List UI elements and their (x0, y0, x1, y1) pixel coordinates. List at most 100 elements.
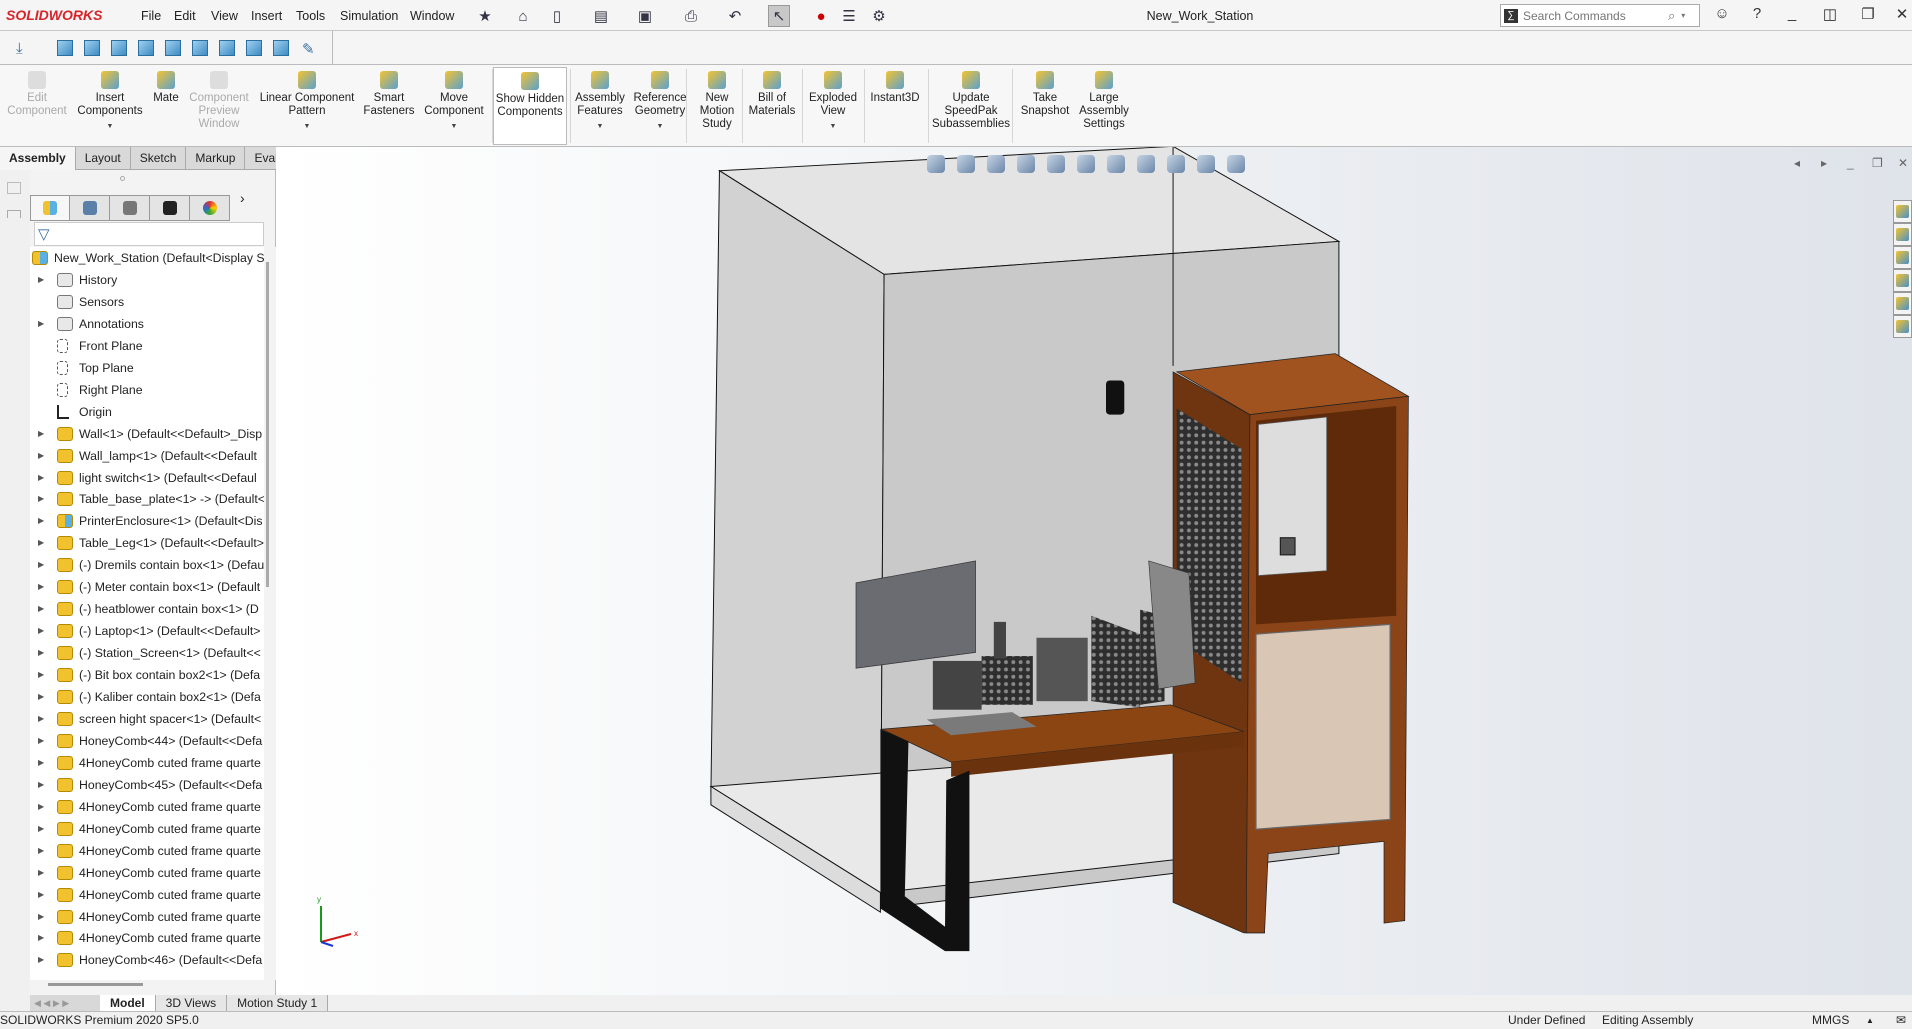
tree-item[interactable]: Origin (30, 401, 264, 423)
bottom-tab-model[interactable]: Model (100, 995, 156, 1011)
menu-insert[interactable]: Insert (251, 9, 282, 23)
view-settings-icon[interactable] (1227, 155, 1245, 173)
zoom-to-fit-icon[interactable] (927, 155, 945, 173)
undo-icon[interactable]: ↶ (724, 5, 746, 27)
tree-item[interactable]: ▶ Annotations (30, 313, 264, 335)
panel-tab-display-manager[interactable] (190, 195, 230, 221)
tree-item[interactable]: ▶ (-) heatblower contain box<1> (D (30, 598, 264, 620)
view-bottom-icon[interactable] (192, 40, 208, 56)
section-view-icon[interactable] (1017, 155, 1035, 173)
bottom-tab-motion-study-1[interactable]: Motion Study 1 (227, 995, 329, 1011)
expand-arrow-icon[interactable]: ▶ (38, 467, 44, 489)
tree-item[interactable]: Right Plane (30, 379, 264, 401)
expand-arrow-icon[interactable]: ▶ (38, 576, 44, 598)
expand-arrow-icon[interactable]: ▶ (38, 708, 44, 730)
tree-root[interactable]: New_Work_Station (Default<Display State-… (30, 247, 264, 269)
ribbon-move-component[interactable]: Move Component ▼ (417, 71, 491, 133)
expand-arrow-icon[interactable]: ▶ (38, 620, 44, 642)
expand-arrow-icon[interactable]: ▶ (38, 774, 44, 796)
close-icon[interactable]: ✕ (1890, 5, 1912, 23)
expand-arrow-icon[interactable]: ▶ (38, 554, 44, 576)
ribbon-large-assembly-settings[interactable]: Large Assembly Settings (1072, 71, 1136, 131)
panel-tab-dimxpert[interactable] (150, 195, 190, 221)
menu-file[interactable]: File (141, 9, 161, 23)
ribbon-linear-component-pattern[interactable]: Linear Component Pattern ▼ (255, 71, 359, 133)
view-front-icon[interactable] (57, 40, 73, 56)
ribbon-insert-components[interactable]: Insert Components ▼ (74, 71, 146, 133)
options-gear-icon[interactable]: ⚙ (868, 5, 890, 27)
panel-tabs-more-icon[interactable]: › (240, 190, 245, 206)
expand-arrow-icon[interactable]: ▶ (38, 532, 44, 554)
menu-window[interactable]: Window (410, 9, 454, 23)
ribbon-component-preview-window[interactable]: Component Preview Window (183, 71, 255, 131)
tree-item[interactable]: ▶ 4HoneyComb cuted frame quarte (30, 884, 264, 906)
model-view[interactable] (276, 147, 1912, 995)
viewport-prev-icon[interactable]: ◂ (1794, 156, 1800, 170)
tree-item[interactable]: ▶ (-) Bit box contain box2<1> (Defa (30, 664, 264, 686)
edit-appearance-icon[interactable] (1167, 155, 1185, 173)
menu-tools[interactable]: Tools (296, 9, 325, 23)
ribbon-new-motion-study[interactable]: New Motion Study (689, 71, 745, 131)
view-right-icon[interactable] (138, 40, 154, 56)
viewport-close-icon[interactable]: ✕ (1898, 156, 1908, 170)
flyout-icon[interactable] (7, 182, 21, 194)
open-icon[interactable]: ▤ (590, 5, 612, 27)
tree-item[interactable]: ▶ HoneyComb<45> (Default<<Defa (30, 774, 264, 796)
view-back-icon[interactable] (84, 40, 100, 56)
expand-arrow-icon[interactable]: ▶ (38, 445, 44, 467)
expand-arrow-icon[interactable]: ▶ (38, 818, 44, 840)
pulse-icon[interactable] (7, 210, 21, 218)
ribbon-reference-geometry[interactable]: Reference Geometry ▼ (625, 71, 695, 133)
tree-item[interactable]: Sensors (30, 291, 264, 313)
save-icon[interactable]: ▣ (634, 5, 656, 27)
tree-item[interactable]: ▶ 4HoneyComb cuted frame quarte (30, 752, 264, 774)
dropdown-arrow-icon[interactable]: ▼ (74, 120, 146, 133)
dropdown-arrow-icon[interactable]: ▼ (417, 120, 491, 133)
task-pane-tab[interactable] (1893, 315, 1912, 338)
tree-item[interactable]: ▶ (-) Laptop<1> (Default<<Default> (30, 620, 264, 642)
expand-arrow-icon[interactable]: ▶ (38, 840, 44, 862)
viewport-restore-icon[interactable]: ❐ (1872, 156, 1883, 170)
ribbon-edit-component[interactable]: Edit Component (5, 71, 69, 118)
tab-sketch[interactable]: Sketch (130, 147, 187, 170)
lamp-icon[interactable]: ✎ (302, 40, 318, 58)
expand-arrow-icon[interactable]: ▶ (38, 927, 44, 949)
ribbon-update-speedpak-subassemblies[interactable]: Update SpeedPak Subassemblies (929, 71, 1013, 131)
task-pane-tab[interactable] (1893, 269, 1912, 292)
expand-arrow-icon[interactable]: ▶ (38, 598, 44, 620)
view-top-icon[interactable] (165, 40, 181, 56)
tree-item[interactable]: ▶ HoneyComb<46> (Default<<Defa (30, 949, 264, 971)
expand-arrow-icon[interactable]: ▶ (38, 488, 44, 510)
dropdown-arrow-icon[interactable]: ▼ (567, 120, 633, 133)
tile-icon[interactable]: ◫ (1818, 5, 1842, 23)
expand-arrow-icon[interactable]: ▶ (38, 730, 44, 752)
menu-simulation[interactable]: Simulation (340, 9, 398, 23)
expand-arrow-icon[interactable]: ▶ (38, 752, 44, 774)
select-pointer-icon[interactable]: ↖ (768, 5, 790, 27)
tree-item[interactable]: ▶ screen hight spacer<1> (Default< (30, 708, 264, 730)
ribbon-exploded-view[interactable]: Exploded View ▼ (800, 71, 866, 133)
menu-view[interactable]: View (211, 9, 238, 23)
tree-item[interactable]: ▶ light switch<1> (Default<<Defaul (30, 467, 264, 489)
tree-item[interactable]: ▶ HoneyComb<44> (Default<<Defa (30, 730, 264, 752)
tree-item[interactable]: ▶ (-) Kaliber contain box2<1> (Defa (30, 686, 264, 708)
pin-icon[interactable]: ★ (474, 5, 496, 27)
tab-layout[interactable]: Layout (75, 147, 131, 170)
panel-tab-configurationmanager[interactable] (110, 195, 150, 221)
expand-arrow-icon[interactable]: ▶ (38, 664, 44, 686)
filter-icon[interactable]: ▽ (38, 225, 50, 243)
menu-edit[interactable]: Edit (174, 9, 196, 23)
help-icon[interactable]: ? (1745, 5, 1769, 22)
tree-item[interactable]: ▶ PrinterEnclosure<1> (Default<Dis (30, 510, 264, 532)
task-pane-tab[interactable] (1893, 292, 1912, 315)
previous-view-icon[interactable] (987, 155, 1005, 173)
view-left-icon[interactable] (111, 40, 127, 56)
expand-arrow-icon[interactable]: ▶ (38, 642, 44, 664)
isometric-icon[interactable] (219, 40, 235, 56)
tree-item[interactable]: ▶ (-) Station_Screen<1> (Default<< (30, 642, 264, 664)
ribbon-take-snapshot[interactable]: Take Snapshot (1015, 71, 1075, 118)
restore-icon[interactable]: ❐ (1856, 5, 1880, 23)
tree-item[interactable]: ▶ Table_base_plate<1> -> (Default< (30, 488, 264, 510)
new-document-icon[interactable]: ▯ (546, 5, 568, 27)
tree-item[interactable]: ▶ History (30, 269, 264, 291)
